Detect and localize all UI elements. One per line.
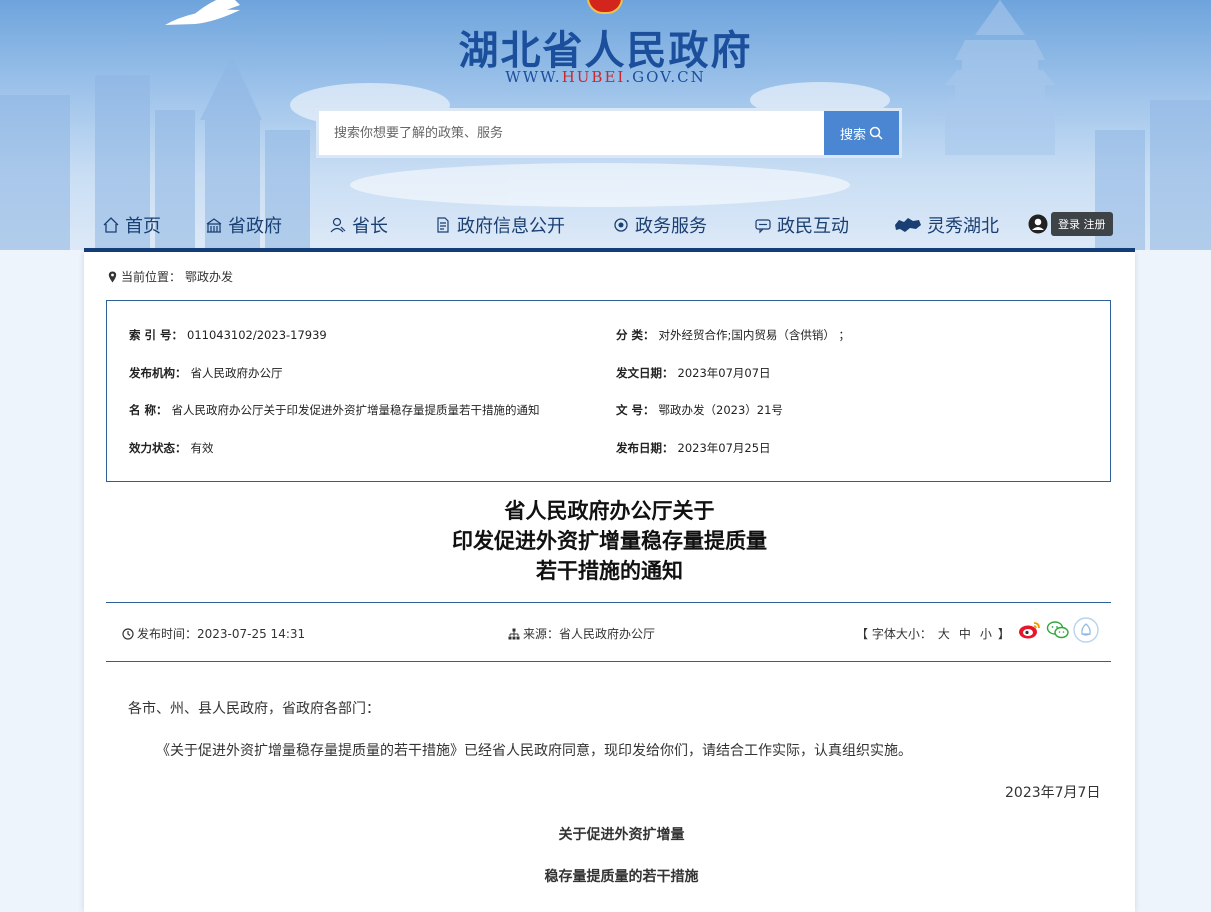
content-card: 当前位置： 鄂政办发 索 引 号： 011043102/2023-17939 分 … [84,252,1135,912]
nav-item-interaction[interactable]: 政民互动 [754,212,849,238]
meta-status: 效力状态： 有效 [129,440,214,456]
meta-name: 名 称： 省人民政府办公厅关于印发促进外资扩增量稳存量提质量若干措施的通知 [129,402,540,418]
article-source-text: 来源：省人民政府办公厅 [523,627,656,641]
breadcrumb: 当前位置： 鄂政办发 [108,268,233,285]
font-size-close: 】 [997,627,1010,641]
nav-label-interaction: 政民互动 [777,216,849,237]
meta-issue-date: 发文日期： 2023年07月07日 [616,365,771,381]
search-icon [869,126,883,140]
document-icon [437,217,449,233]
document-title: 省人民政府办公厅关于 印发促进外资扩增量稳存量提质量 若干措施的通知 [84,496,1135,586]
meta-issue-date-key: 发文日期： [616,366,674,380]
meta-name-value: 省人民政府办公厅关于印发促进外资扩增量稳存量提质量若干措施的通知 [171,403,540,417]
publish-time-text: 发布时间：2023-07-25 14:31 [137,627,306,641]
font-size-large[interactable]: 大 [938,625,950,642]
meta-publisher-value: 省人民政府办公厅 [190,366,283,380]
nav-item-province-gov[interactable]: 省政府 [205,212,282,238]
search-button-label: 搜索 [839,127,866,143]
url-suffix: .GOV.CN [625,68,706,86]
meta-publish-date-value: 2023年07月25日 [677,441,771,455]
site-url: WWW.HUBEI.GOV.CN [0,68,1211,86]
subsection-title-2: 稳存量提质量的若干措施 [544,869,699,885]
nav-label-lingxiu-hubei: 灵秀湖北 [927,216,999,237]
login-register-button[interactable]: 登录 注册 [1051,212,1113,236]
share-qq-button[interactable] [1073,617,1099,643]
meta-publish-date-key: 发布日期： [616,441,674,455]
breadcrumb-current[interactable]: 鄂政办发 [185,268,233,285]
font-size-medium[interactable]: 中 [959,625,971,642]
nav-label-gov-info: 政府信息公开 [457,216,565,237]
article-source: 来源：省人民政府办公厅 [508,625,655,642]
weibo-icon [1019,622,1040,639]
nav-item-governor[interactable]: 省长 [329,212,388,238]
share-wechat-button[interactable] [1045,617,1071,643]
document-date: 2023年7月7日 [1005,785,1101,801]
meta-doc-number-key: 文 号： [616,403,655,417]
meta-category-value: 对外经贸合作;国内贸易（含供销） ； [658,328,851,342]
login-area[interactable]: 登录 注册 [1028,212,1113,236]
search-input[interactable] [319,111,824,155]
nav-item-gov-service[interactable]: 政务服务 [612,212,707,238]
meta-issue-date-value: 2023年07月07日 [677,366,771,380]
hubei-map-icon [895,218,921,232]
qq-icon [1073,617,1099,643]
sitemap-icon [508,628,520,639]
meta-publisher-key: 发布机构： [129,366,187,380]
publish-time: 发布时间：2023-07-25 14:31 [122,625,305,642]
article-info-bar: 发布时间：2023-07-25 14:31 来源：省人民政府办公厅 【 字体大小… [106,602,1111,662]
font-size-control: 【 字体大小： 大 中 小 】 [856,625,1010,642]
main-nav: 首页 省政府 省长 政府信息公开 政务服务 政民互动 灵秀湖北 登录 注册 [84,200,1135,252]
salutation: 各市、州、县人民政府，省政府各部门： [128,701,380,717]
meta-status-key: 效力状态： [129,441,187,455]
person-icon [330,217,346,233]
nav-label-gov-service: 政务服务 [635,216,707,237]
nav-item-gov-info[interactable]: 政府信息公开 [434,212,565,238]
subsection-title-1: 关于促进外资扩增量 [558,827,685,843]
breadcrumb-label: 当前位置： [121,270,182,284]
meta-category-key: 分 类： [616,328,655,342]
document-meta-box: 索 引 号： 011043102/2023-17939 分 类： 对外经贸合作;国内… [106,300,1111,482]
meta-doc-number: 文 号： 鄂政办发（2023）21号 [616,402,783,418]
wechat-icon [1046,621,1069,639]
paragraph-1: 《关于促进外资扩增量稳存量提质量的若干措施》已经省人民政府同意，现印发给你们，请… [156,743,912,759]
chat-icon [755,219,771,234]
service-icon [614,218,628,232]
nav-item-home[interactable]: 首页 [102,212,161,238]
font-size-small[interactable]: 小 [980,625,992,642]
meta-publisher: 发布机构： 省人民政府办公厅 [129,365,283,381]
meta-category: 分 类： 对外经贸合作;国内贸易（含供销） ； [616,327,850,343]
meta-doc-number-value: 鄂政办发（2023）21号 [658,403,783,417]
meta-index-value: 011043102/2023-17939 [187,328,327,342]
location-pin-icon [108,271,117,282]
nav-label-province-gov: 省政府 [228,216,282,237]
meta-publish-date: 发布日期： 2023年07月25日 [616,440,771,456]
document-title-line3: 若干措施的通知 [536,559,683,583]
url-prefix: WWW. [505,68,562,86]
home-icon [103,217,119,233]
document-title-line1: 省人民政府办公厅关于 [504,499,715,523]
user-avatar-icon [1028,214,1048,234]
search-button[interactable]: 搜索 [824,111,899,155]
nav-item-lingxiu-hubei[interactable]: 灵秀湖北 [894,212,999,238]
nav-label-home: 首页 [125,216,161,237]
font-size-label: 【 字体大小： [856,627,932,641]
meta-name-key: 名 称： [129,403,168,417]
building-icon [206,218,222,233]
meta-status-value: 有效 [190,441,214,455]
share-weibo-button[interactable] [1017,617,1043,643]
document-title-line2: 印发促进外资扩增量稳存量提质量 [452,529,767,553]
clock-icon [122,627,134,640]
meta-index-key: 索 引 号： [129,328,184,342]
nav-label-governor: 省长 [352,216,388,237]
search-box: 搜索 [316,108,902,158]
meta-index: 索 引 号： 011043102/2023-17939 [129,327,327,343]
url-domain: HUBEI [561,68,626,86]
